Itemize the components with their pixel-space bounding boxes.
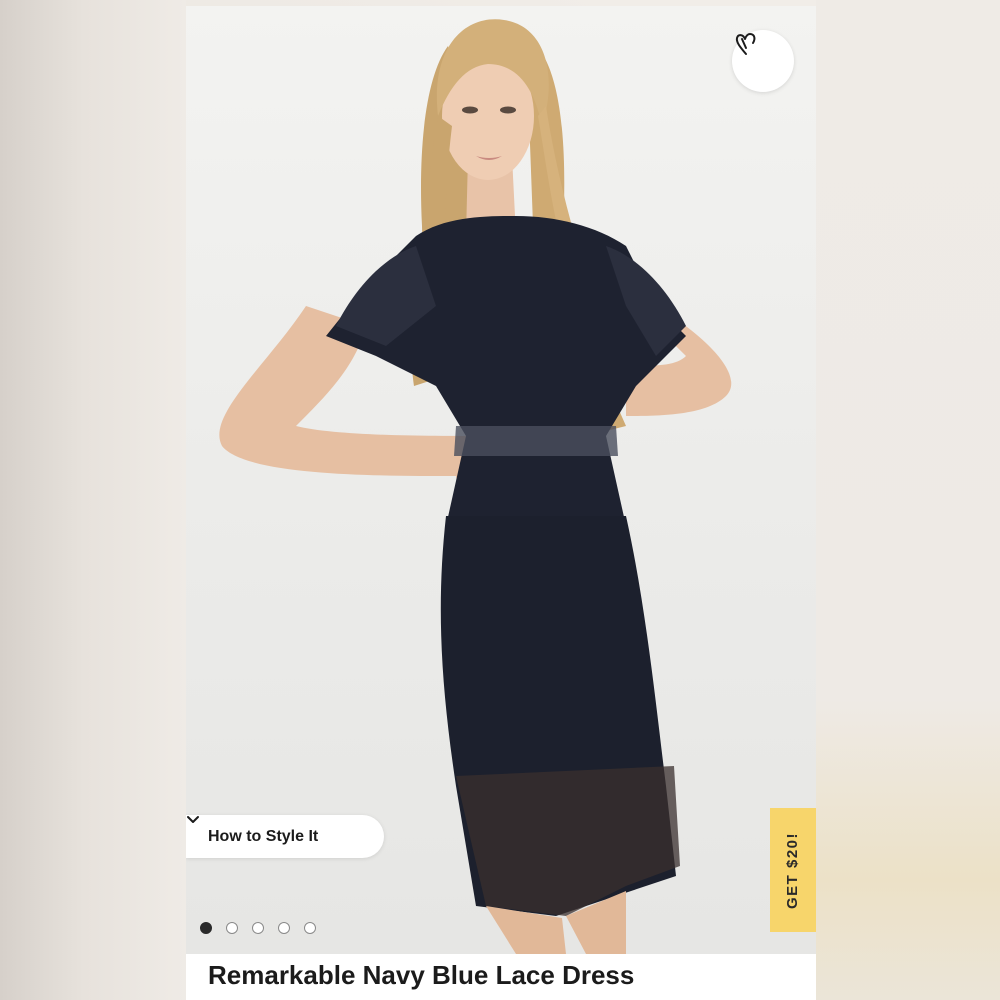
promo-label: GET $20! [784, 831, 802, 909]
promo-tab[interactable]: GET $20! [770, 808, 816, 932]
blurred-background-right [816, 0, 1000, 1000]
carousel-dot[interactable] [200, 922, 212, 934]
carousel-dot[interactable] [278, 922, 290, 934]
favorite-button[interactable] [732, 30, 794, 92]
product-title: Remarkable Navy Blue Lace Dress [208, 960, 635, 990]
carousel-dot[interactable] [304, 922, 316, 934]
carousel-dot[interactable] [226, 922, 238, 934]
carousel-indicator [200, 922, 316, 934]
carousel-dot[interactable] [252, 922, 264, 934]
how-to-style-label: How to Style It [208, 827, 319, 845]
product-screen: How to Style It GET $20! Remarkable Navy… [186, 6, 816, 1000]
product-photo-illustration [219, 19, 732, 954]
blurred-background-left [0, 0, 186, 1000]
product-image[interactable]: How to Style It GET $20! [186, 6, 816, 954]
how-to-style-button[interactable]: How to Style It [186, 815, 384, 858]
